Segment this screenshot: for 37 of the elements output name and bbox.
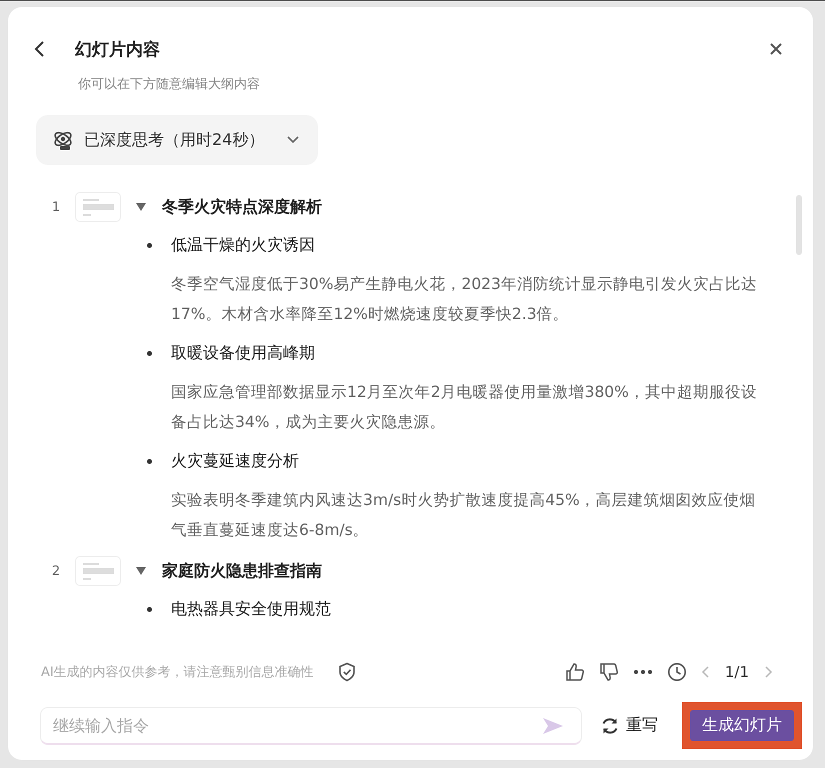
thumbs-up-icon[interactable] <box>564 662 585 682</box>
bullet-icon <box>147 458 152 464</box>
bullet-heading: 取暖设备使用高峰期 <box>171 342 315 364</box>
bullet-body: 实验表明冬季建筑内风速达3m/s时火势扩散速度提高45%，高层建筑烟囱效应使烟气垂直蔓延速度达6-8m/s。 <box>171 490 757 541</box>
slide-thumbnail[interactable] <box>75 192 121 222</box>
collapse-triangle-icon[interactable] <box>135 202 147 212</box>
dialog-subtitle: 你可以在下方随意编辑大纲内容 <box>78 76 261 93</box>
section-title: 家庭防火隐患排查指南 <box>162 560 322 582</box>
section-title: 冬季火灾特点深度解析 <box>162 196 322 218</box>
bullet-heading: 火灾蔓延速度分析 <box>171 450 299 472</box>
disclaimer-text: AI生成的内容仅供参考，请注意甄别信息准确性 <box>41 664 314 681</box>
rewrite-button[interactable]: 重写 <box>600 715 658 736</box>
bullet-body: 国家应急管理部数据显示12月至次年2月电暖器使用量激增380%，其中超期服役设备占比达34%，成为主要火灾隐患源。 <box>171 382 758 433</box>
shield-check-icon[interactable] <box>338 662 356 682</box>
bullet-icon <box>147 606 152 612</box>
collapse-triangle-icon[interactable] <box>135 566 147 576</box>
bullet-heading: 电热器具安全使用规范 <box>171 598 331 620</box>
bullet-icon <box>147 350 152 356</box>
dialog-title: 幻灯片内容 <box>75 38 160 60</box>
slide-number: 2 <box>50 564 62 578</box>
page-indicator: 1/1 <box>724 663 749 681</box>
history-clock-icon[interactable] <box>666 662 687 682</box>
slide-thumbnail[interactable] <box>75 556 121 586</box>
command-input-field[interactable]: 继续输入指令 <box>40 706 582 744</box>
close-icon[interactable] <box>769 42 783 56</box>
thinking-toggle[interactable]: 已深度思考（用时24秒） <box>36 115 318 165</box>
bullet-heading: 低温干燥的火灾诱因 <box>171 234 315 256</box>
bullet-body: 冬季空气湿度低于30%易产生静电火花，2023年消防统计显示静电引发火灾占比达17%。木材含水率降至12%时燃烧速度较夏季快2.3倍。 <box>171 274 758 325</box>
refresh-icon <box>600 716 620 736</box>
more-icon[interactable] <box>632 669 653 675</box>
generate-slides-button[interactable]: 生成幻灯片 <box>690 710 794 741</box>
chevron-icon <box>286 135 300 145</box>
thumbs-down-icon[interactable] <box>598 662 619 682</box>
slide-number: 1 <box>50 200 62 214</box>
atom-icon <box>52 129 74 151</box>
bullet-icon <box>147 242 152 248</box>
scrollbar-thumb[interactable] <box>796 195 802 255</box>
